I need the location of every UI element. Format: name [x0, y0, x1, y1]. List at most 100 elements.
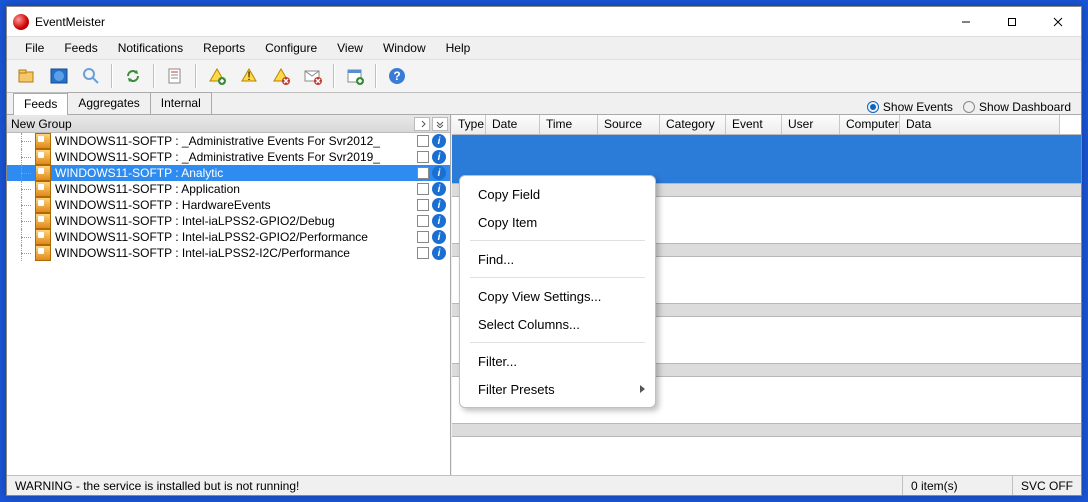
group-header[interactable]: New Group — [7, 115, 450, 133]
feed-tree-item[interactable]: WINDOWS11-SOFTP : Analytic i — [7, 165, 450, 181]
toolbar-open-icon[interactable] — [13, 62, 41, 90]
toolbar-refresh-icon[interactable] — [119, 62, 147, 90]
group-header-label: New Group — [11, 117, 72, 131]
feed-checkbox[interactable] — [417, 247, 429, 259]
info-icon[interactable]: i — [432, 150, 446, 164]
toolbar-mail-delete-icon[interactable] — [299, 62, 327, 90]
feed-checkbox[interactable] — [417, 151, 429, 163]
status-svc: SVC OFF — [1013, 476, 1081, 495]
show-events-radio[interactable]: Show Events — [867, 100, 953, 114]
toolbar-separator — [153, 64, 155, 88]
feed-checkbox[interactable] — [417, 215, 429, 227]
status-bar: WARNING - the service is installed but i… — [7, 475, 1081, 495]
column-header-date[interactable]: Date — [486, 115, 540, 134]
menu-separator — [470, 277, 645, 278]
feed-checkbox[interactable] — [417, 199, 429, 211]
menu-feeds[interactable]: Feeds — [54, 39, 107, 57]
feeds-tree-panel: New Group WINDOWS11-SOFTP : _Administrat… — [7, 115, 451, 475]
menu-reports[interactable]: Reports — [193, 39, 255, 57]
feed-label: WINDOWS11-SOFTP : Application — [55, 182, 417, 196]
group-expand-icon[interactable] — [414, 117, 430, 131]
info-icon[interactable]: i — [432, 214, 446, 228]
close-button[interactable] — [1035, 7, 1081, 37]
tab-feeds[interactable]: Feeds — [13, 93, 68, 115]
context-copy-item[interactable]: Copy Item — [460, 208, 655, 236]
tree-line-icon — [13, 245, 35, 261]
svg-text:!: ! — [247, 69, 250, 83]
feed-label: WINDOWS11-SOFTP : Analytic — [55, 166, 417, 180]
feed-tree-item[interactable]: WINDOWS11-SOFTP : Intel-iaLPSS2-GPIO2/De… — [7, 213, 450, 229]
feed-tree-item[interactable]: WINDOWS11-SOFTP : Application i — [7, 181, 450, 197]
tree-line-icon — [13, 213, 35, 229]
show-dashboard-radio[interactable]: Show Dashboard — [963, 100, 1071, 114]
toolbar-search-icon[interactable] — [77, 62, 105, 90]
feed-checkbox[interactable] — [417, 167, 429, 179]
toolbar-calendar-add-icon[interactable] — [341, 62, 369, 90]
feed-checkbox[interactable] — [417, 135, 429, 147]
feed-checkbox[interactable] — [417, 231, 429, 243]
column-header-computer[interactable]: Computer — [840, 115, 900, 134]
info-icon[interactable]: i — [432, 198, 446, 212]
toolbar-separator — [375, 64, 377, 88]
feed-tree-item[interactable]: WINDOWS11-SOFTP : _Administrative Events… — [7, 149, 450, 165]
info-icon[interactable]: i — [432, 246, 446, 260]
minimize-button[interactable] — [943, 7, 989, 37]
info-icon[interactable]: i — [432, 166, 446, 180]
show-dashboard-label: Show Dashboard — [979, 100, 1071, 114]
feed-icon — [35, 133, 51, 149]
tab-internal[interactable]: Internal — [150, 92, 212, 114]
menu-file[interactable]: File — [15, 39, 54, 57]
feed-tree-item[interactable]: WINDOWS11-SOFTP : HardwareEventsi — [7, 197, 450, 213]
table-row[interactable] — [452, 135, 1081, 152]
tab-aggregates[interactable]: Aggregates — [67, 92, 150, 114]
toolbar-separator — [195, 64, 197, 88]
menu-configure[interactable]: Configure — [255, 39, 327, 57]
maximize-button[interactable] — [989, 7, 1035, 37]
feed-icon — [35, 165, 51, 181]
context-menu[interactable]: Copy FieldCopy Item Find... Copy View Sett… — [459, 175, 656, 408]
toolbar-alert-remove-icon[interactable] — [267, 62, 295, 90]
tree-line-icon — [13, 181, 35, 197]
feed-tree-item[interactable]: WINDOWS11-SOFTP : _Administrative Events… — [7, 133, 450, 149]
context-copy-view-settings[interactable]: Copy View Settings... — [460, 282, 655, 310]
feed-icon — [35, 213, 51, 229]
column-header-source[interactable]: Source — [598, 115, 660, 134]
column-header-time[interactable]: Time — [540, 115, 598, 134]
menu-notifications[interactable]: Notifications — [108, 39, 193, 57]
toolbar-document-icon[interactable] — [161, 62, 189, 90]
menu-window[interactable]: Window — [373, 39, 436, 57]
feed-tree-item[interactable]: WINDOWS11-SOFTP : Intel-iaLPSS2-I2C/Perf… — [7, 245, 450, 261]
feed-icon — [35, 181, 51, 197]
context-filter-presets[interactable]: Filter Presets — [460, 375, 655, 403]
context-find[interactable]: Find... — [460, 245, 655, 273]
menu-help[interactable]: Help — [436, 39, 481, 57]
menu-view[interactable]: View — [327, 39, 373, 57]
toolbar-help-icon[interactable]: ? — [383, 62, 411, 90]
toolbar-globe-icon[interactable] — [45, 62, 73, 90]
context-filter[interactable]: Filter... — [460, 347, 655, 375]
toolbar-alert-icon[interactable]: ! — [235, 62, 263, 90]
info-icon[interactable]: i — [432, 134, 446, 148]
feed-icon — [35, 197, 51, 213]
context-copy-field[interactable]: Copy Field — [460, 180, 655, 208]
feed-tree-item[interactable]: WINDOWS11-SOFTP : Intel-iaLPSS2-GPIO2/Pe… — [7, 229, 450, 245]
column-header-data[interactable]: Data — [900, 115, 1060, 134]
status-items: 0 item(s) — [903, 476, 1013, 495]
column-header-event[interactable]: Event — [726, 115, 782, 134]
toolbar-separator — [333, 64, 335, 88]
menubar: FileFeedsNotificationsReportsConfigureVi… — [7, 37, 1081, 59]
column-header-user[interactable]: User — [782, 115, 840, 134]
feed-checkbox[interactable] — [417, 183, 429, 195]
table-row[interactable] — [452, 152, 1081, 169]
show-events-label: Show Events — [883, 100, 953, 114]
toolbar-alert-add-icon[interactable] — [203, 62, 231, 90]
group-collapse-icon[interactable] — [432, 117, 448, 131]
column-header-type[interactable]: Type — [452, 115, 486, 134]
feed-tree[interactable]: WINDOWS11-SOFTP : _Administrative Events… — [7, 133, 450, 475]
info-icon[interactable]: i — [432, 182, 446, 196]
empty-row — [452, 423, 1081, 437]
window-title: EventMeister — [35, 15, 943, 29]
column-header-category[interactable]: Category — [660, 115, 726, 134]
context-select-columns[interactable]: Select Columns... — [460, 310, 655, 338]
info-icon[interactable]: i — [432, 230, 446, 244]
